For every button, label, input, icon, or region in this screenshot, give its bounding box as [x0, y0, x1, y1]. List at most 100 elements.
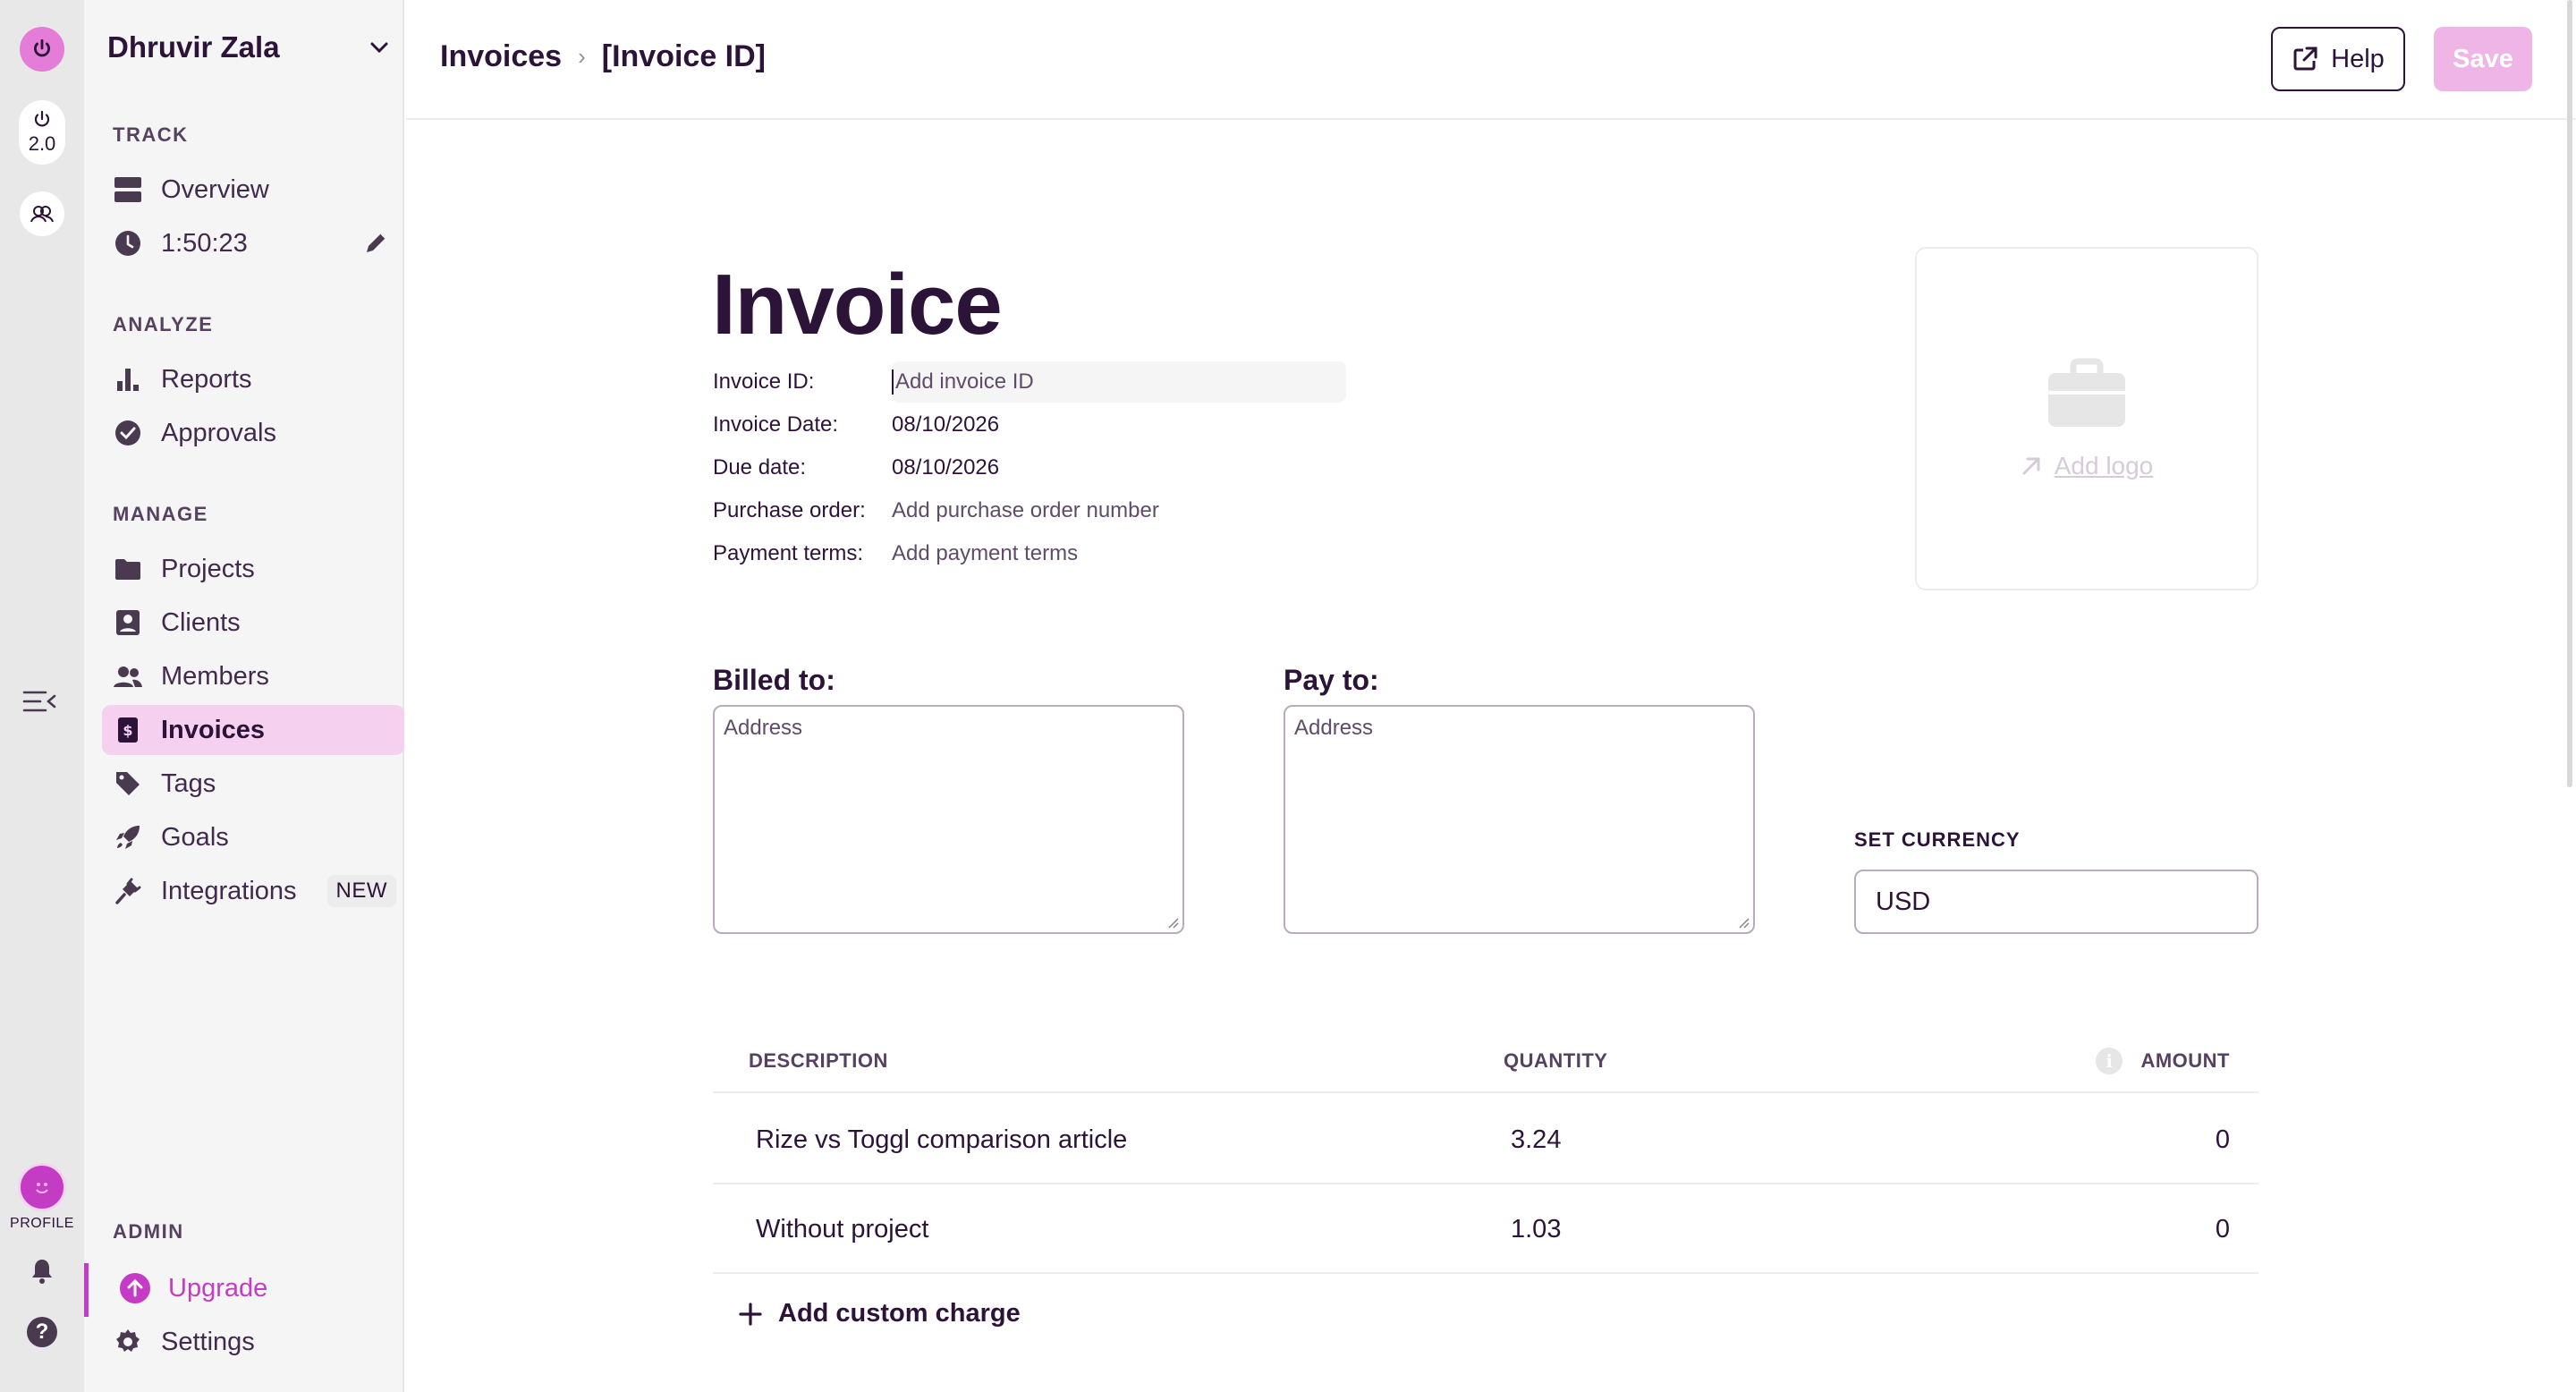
sidebar-item-label: Clients — [161, 607, 241, 637]
invoice-id-row: Invoice ID: Add invoice ID — [713, 361, 1346, 403]
column-description: DESCRIPTION — [749, 1049, 888, 1072]
sidebar-item-label: Members — [161, 661, 269, 691]
icon-rail: 2.0 PROFILE ? — [0, 0, 84, 1392]
table-row[interactable]: Without project 1.03 0 — [713, 1184, 2258, 1274]
plus-icon — [739, 1302, 762, 1326]
payment-terms-input[interactable]: Add payment terms — [892, 541, 1078, 566]
due-date-label: Due date: — [713, 455, 807, 480]
bar-chart-icon — [113, 364, 143, 395]
gear-icon — [113, 1327, 143, 1357]
sidebar-item-upgrade[interactable]: Upgrade — [109, 1263, 411, 1313]
sidebar-item-label: Integrations — [161, 876, 297, 905]
text-caret — [892, 369, 894, 395]
briefcase-icon — [2048, 358, 2125, 427]
sidebar-item-overview[interactable]: Overview — [102, 165, 404, 215]
table-header: DESCRIPTION QUANTITY i AMOUNT — [713, 1029, 2258, 1093]
pay-to-textarea[interactable]: Address — [1284, 705, 1755, 934]
chevron-right-icon: › — [578, 43, 586, 70]
team-icon[interactable] — [20, 191, 64, 236]
sidebar-item-invoices[interactable]: $ Invoices — [102, 705, 404, 755]
pay-to-label: Pay to: — [1284, 664, 1379, 696]
help-icon[interactable]: ? — [27, 1317, 57, 1347]
resize-grip-icon[interactable] — [1737, 916, 1750, 929]
workspace-switcher[interactable]: Dhruvir Zala — [107, 27, 390, 68]
profile-label: PROFILE — [10, 1216, 74, 1231]
invoice-id-input[interactable]: Add invoice ID — [892, 361, 1346, 403]
pencil-icon[interactable] — [363, 229, 390, 260]
sidebar-item-label: Approvals — [161, 418, 276, 447]
table-row[interactable]: Rize vs Toggl comparison article 3.24 0 — [713, 1095, 2258, 1184]
invoice-id-label: Invoice ID: — [713, 369, 815, 394]
sidebar-item-label: Settings — [161, 1327, 255, 1356]
due-date-field[interactable]: 08/10/2026 — [892, 455, 999, 480]
sidebar-item-members[interactable]: Members — [102, 651, 404, 701]
help-button-label: Help — [2331, 44, 2385, 73]
currency-input[interactable]: USD — [1854, 870, 2258, 934]
sidebar-item-label: Projects — [161, 554, 255, 583]
power-icon — [34, 110, 50, 127]
page-title: Invoice — [712, 257, 1003, 352]
breadcrumb: Invoices › [Invoice ID] — [440, 39, 766, 74]
add-custom-charge-label: Add custom charge — [778, 1299, 1021, 1328]
invoice-date-label: Invoice Date: — [713, 412, 839, 437]
breadcrumb-current: [Invoice ID] — [601, 39, 766, 73]
sidebar-item-goals[interactable]: Goals — [102, 812, 404, 862]
add-logo-link[interactable]: Add logo — [2021, 452, 2154, 480]
bell-icon[interactable] — [27, 1256, 57, 1286]
purchase-order-input[interactable]: Add purchase order number — [892, 498, 1159, 523]
scrollbar[interactable] — [2567, 0, 2572, 787]
add-logo-label: Add logo — [2054, 452, 2154, 480]
billed-to-label: Billed to: — [713, 664, 835, 696]
collapse-sidebar-icon[interactable] — [21, 685, 57, 717]
resize-grip-icon[interactable] — [1166, 916, 1179, 929]
sidebar-item-projects[interactable]: Projects — [102, 544, 404, 594]
chevron-down-icon — [370, 42, 388, 54]
sidebar-item-label: Invoices — [161, 715, 266, 744]
currency-label: SET CURRENCY — [1854, 828, 2021, 851]
rocket-icon — [113, 822, 143, 853]
sidebar-item-reports[interactable]: Reports — [102, 354, 404, 404]
section-admin: ADMIN — [113, 1220, 184, 1243]
sidebar-item-label: Tags — [161, 768, 216, 798]
sidebar-item-label: Upgrade — [168, 1273, 268, 1303]
version-switch-button[interactable]: 2.0 — [19, 100, 65, 165]
info-icon[interactable]: i — [2096, 1048, 2123, 1074]
power-logo-icon[interactable] — [20, 27, 64, 72]
sidebar-item-settings[interactable]: Settings — [102, 1317, 404, 1367]
avatar[interactable] — [18, 1163, 66, 1211]
logo-upload-area[interactable]: Add logo — [1915, 247, 2258, 590]
sidebar-item-timer[interactable]: 1:50:23 — [102, 218, 404, 268]
help-button[interactable]: Help — [2271, 27, 2405, 91]
due-date-row: Due date: 08/10/2026 — [713, 449, 999, 487]
folder-icon — [113, 554, 143, 584]
sidebar-item-tags[interactable]: Tags — [102, 759, 404, 809]
sidebar-item-approvals[interactable]: Approvals — [102, 408, 404, 458]
row-quantity: 3.24 — [1511, 1125, 1562, 1154]
invoice-id-placeholder: Add invoice ID — [895, 369, 1034, 394]
clock-icon — [113, 228, 143, 259]
sidebar-item-clients[interactable]: Clients — [102, 598, 404, 648]
save-button[interactable]: Save — [2434, 27, 2532, 91]
section-analyze: ANALYZE — [113, 313, 214, 335]
breadcrumb-invoices-link[interactable]: Invoices — [440, 39, 562, 74]
plug-icon — [113, 876, 143, 906]
version-label: 2.0 — [28, 132, 56, 155]
column-amount-header: i AMOUNT — [2096, 1029, 2230, 1093]
sidebar-item-label: Overview — [161, 174, 269, 204]
members-icon — [113, 661, 143, 692]
billed-to-textarea[interactable]: Address — [713, 705, 1184, 934]
purchase-order-row: Purchase order: Add purchase order numbe… — [713, 492, 1159, 530]
upgrade-accent-bar — [84, 1263, 89, 1317]
section-manage: MANAGE — [113, 503, 208, 525]
invoice-date-row: Invoice Date: 08/10/2026 — [713, 406, 999, 444]
add-custom-charge-button[interactable]: Add custom charge — [739, 1299, 1021, 1328]
invoice-icon: $ — [113, 715, 143, 745]
upgrade-icon — [120, 1273, 150, 1303]
sidebar-item-integrations[interactable]: Integrations NEW — [102, 866, 404, 916]
tag-icon — [113, 768, 143, 799]
sidebar-item-label: Reports — [161, 364, 252, 394]
workspace-name: Dhruvir Zala — [107, 30, 280, 64]
invoice-date-field[interactable]: 08/10/2026 — [892, 412, 999, 437]
arrow-up-right-icon — [2022, 457, 2040, 475]
external-link-icon — [2293, 47, 2318, 71]
